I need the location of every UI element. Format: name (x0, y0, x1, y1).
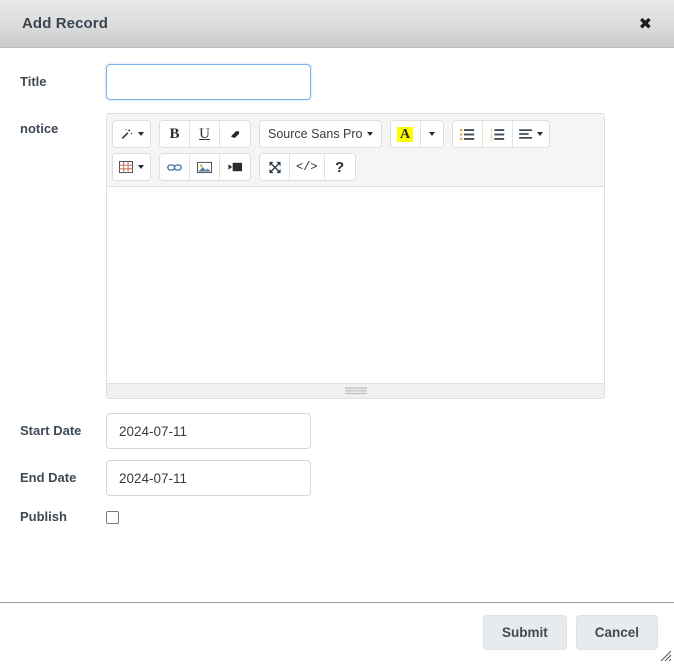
editor-content-area[interactable] (107, 187, 604, 383)
title-input[interactable] (106, 64, 311, 100)
font-family-value: Source Sans Pro (268, 127, 363, 141)
bold-icon[interactable]: B (160, 121, 190, 147)
cancel-button[interactable]: Cancel (575, 615, 658, 650)
field-row-notice: notice B U Source Sans Pro A 1 2 3 </> ? (20, 111, 656, 399)
field-row-end-date: End Date (20, 460, 656, 496)
add-record-dialog: Add Record ✖ Title notice B U Source San… (0, 0, 674, 664)
text-color-dropdown[interactable] (420, 121, 443, 147)
start-date-label: Start Date (20, 423, 82, 438)
end-date-label: End Date (20, 470, 77, 485)
fullscreen-glyph (268, 161, 281, 173)
align-dropdown-icon[interactable] (512, 121, 549, 147)
eraser-icon[interactable] (220, 121, 250, 147)
image-glyph (197, 161, 212, 173)
link-icon[interactable] (160, 154, 190, 180)
toolbar-group-color: A (389, 120, 444, 148)
field-row-publish: Publish (20, 507, 656, 524)
align-glyph (518, 129, 532, 139)
toolbar-group-lists: 1 2 3 (451, 120, 550, 148)
chevron-down-icon (428, 132, 435, 136)
chevron-down-icon (366, 132, 373, 136)
dialog-title: Add Record (22, 15, 109, 32)
svg-text:3: 3 (490, 136, 493, 140)
image-icon[interactable] (190, 154, 220, 180)
notice-label: notice (20, 121, 59, 136)
underline-icon[interactable]: U (190, 121, 220, 147)
title-input-wrap (106, 64, 656, 100)
publish-label: Publish (20, 509, 67, 524)
toolbar-group-style (112, 120, 151, 148)
title-label: Title (20, 74, 47, 89)
toolbar-group-view: </> ? (259, 153, 356, 181)
video-glyph (227, 162, 242, 172)
toolbar-group-insert (159, 153, 251, 181)
start-date-input-wrap (106, 413, 656, 449)
end-date-input[interactable] (106, 460, 311, 496)
code-view-icon[interactable]: </> (290, 154, 325, 180)
editor-resize-handle[interactable] (107, 383, 604, 398)
toolbar-row-2: </> ? (112, 153, 599, 181)
unordered-list-glyph (459, 128, 474, 140)
submit-button[interactable]: Submit (482, 615, 567, 650)
start-date-input[interactable] (106, 413, 311, 449)
dialog-header: Add Record ✖ (0, 0, 674, 48)
publish-checkbox-wrap (106, 507, 656, 524)
publish-checkbox[interactable] (106, 511, 119, 524)
editor-toolbar: B U Source Sans Pro A 1 2 3 </> ? (107, 114, 604, 187)
chevron-down-icon (138, 132, 144, 136)
eraser-glyph (230, 130, 240, 138)
fullscreen-icon[interactable] (260, 154, 290, 180)
help-icon[interactable]: ? (324, 154, 355, 180)
toolbar-group-table (112, 153, 151, 181)
video-icon[interactable] (220, 154, 250, 180)
ordered-list-icon[interactable]: 1 2 3 (482, 121, 513, 147)
toolbar-group-font: Source Sans Pro (259, 120, 382, 148)
field-row-start-date: Start Date (20, 413, 656, 449)
table-glyph (119, 160, 133, 173)
unordered-list-icon[interactable] (452, 121, 483, 147)
rich-text-editor: B U Source Sans Pro A 1 2 3 </> ? (106, 113, 605, 399)
font-family-select[interactable]: Source Sans Pro (260, 121, 381, 147)
text-highlight-icon[interactable]: A (390, 121, 421, 147)
dialog-body: Title notice B U Source Sans Pro A 1 2 3… (0, 48, 674, 602)
notice-editor-wrap: B U Source Sans Pro A 1 2 3 </> ? (106, 111, 656, 399)
chevron-down-icon (138, 165, 144, 169)
close-icon[interactable]: ✖ (635, 14, 656, 34)
chevron-down-icon (536, 132, 543, 136)
field-row-title: Title (20, 64, 656, 100)
toolbar-group-format: B U (159, 120, 251, 148)
link-glyph (167, 163, 182, 171)
magic-wand-icon[interactable] (113, 121, 150, 147)
dialog-footer: Submit Cancel (0, 602, 674, 664)
dialog-resize-grip[interactable] (660, 650, 672, 662)
grip-lines-icon (344, 387, 367, 395)
ordered-list-glyph: 1 2 3 (490, 128, 504, 141)
magic-wand-glyph (121, 128, 133, 139)
table-icon[interactable] (113, 154, 150, 180)
end-date-input-wrap (106, 460, 656, 496)
toolbar-row-1: B U Source Sans Pro A 1 2 3 (112, 120, 599, 148)
